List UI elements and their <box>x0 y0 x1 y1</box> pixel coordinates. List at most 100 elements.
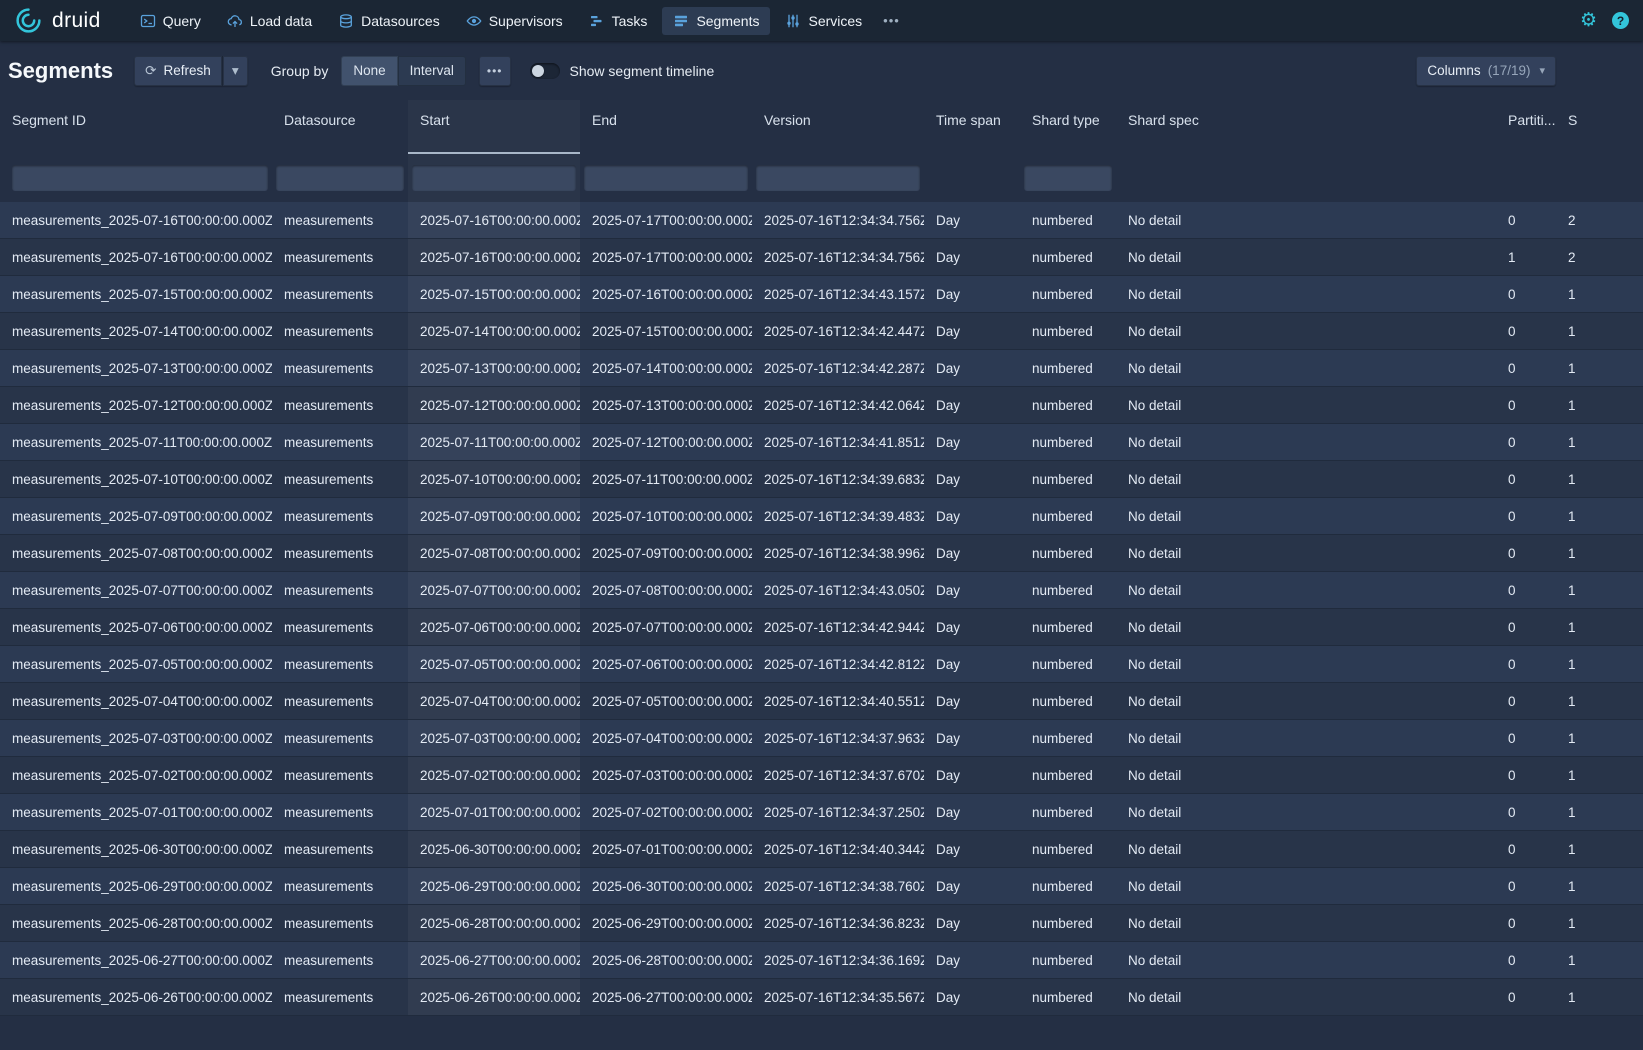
cloud-upload-icon <box>227 13 243 29</box>
cell-size: 1 <box>1556 276 1643 312</box>
cell-version: 2025-07-16T12:34:38.996Z <box>752 535 924 571</box>
table-row: measurements_2025-07-15T00:00:00.000Z...… <box>0 276 1643 313</box>
cell-time-span: Day <box>924 868 1020 904</box>
filter-cell-segment-id <box>0 154 272 202</box>
cell-datasource: measurements <box>272 720 408 756</box>
column-header-time-span[interactable]: Time span <box>924 100 1020 154</box>
filter-cell-end <box>580 154 752 202</box>
cell-shard-type: numbered <box>1020 202 1116 238</box>
cell-time-span: Day <box>924 609 1020 645</box>
cell-segment-id: measurements_2025-07-09T00:00:00.000Z... <box>0 498 272 534</box>
cell-size: 1 <box>1556 757 1643 793</box>
nav-item-label: Supervisors <box>489 13 563 29</box>
cell-end: 2025-07-14T00:00:00.000Z <box>580 350 752 386</box>
nav-item-segments[interactable]: Segments <box>662 7 770 35</box>
cell-start: 2025-07-12T00:00:00.000Z <box>408 387 580 423</box>
cell-end: 2025-07-08T00:00:00.000Z <box>580 572 752 608</box>
nav-overflow-button[interactable]: ••• <box>873 7 910 34</box>
brand[interactable]: druid <box>14 6 101 35</box>
column-header-segment-id[interactable]: Segment ID <box>0 100 272 154</box>
cell-end: 2025-07-12T00:00:00.000Z <box>580 424 752 460</box>
cell-partition: 0 <box>1496 979 1556 1015</box>
cell-shard-spec: No detail <box>1116 868 1496 904</box>
cell-partition: 0 <box>1496 387 1556 423</box>
cell-shard-type: numbered <box>1020 831 1116 867</box>
cell-datasource: measurements <box>272 276 408 312</box>
services-icon <box>785 13 801 29</box>
settings-gear-icon[interactable]: ⚙ <box>1580 11 1597 30</box>
cell-version: 2025-07-16T12:34:39.483Z <box>752 498 924 534</box>
column-header-end[interactable]: End <box>580 100 752 154</box>
cell-start: 2025-07-13T00:00:00.000Z <box>408 350 580 386</box>
filter-input-start[interactable] <box>412 165 576 191</box>
cell-version: 2025-07-16T12:34:35.567Z <box>752 979 924 1015</box>
cell-size: 1 <box>1556 979 1643 1015</box>
cell-shard-spec: No detail <box>1116 313 1496 349</box>
cell-size: 1 <box>1556 313 1643 349</box>
column-header-start[interactable]: Start <box>408 100 580 154</box>
nav-item-label: Load data <box>250 13 312 29</box>
column-header-version[interactable]: Version <box>752 100 924 154</box>
filter-input-version[interactable] <box>756 165 920 191</box>
cell-shard-type: numbered <box>1020 461 1116 497</box>
filter-input-end[interactable] <box>584 165 748 191</box>
cell-end: 2025-07-10T00:00:00.000Z <box>580 498 752 534</box>
cell-datasource: measurements <box>272 202 408 238</box>
column-header-datasource[interactable]: Datasource <box>272 100 408 154</box>
cell-shard-spec: No detail <box>1116 498 1496 534</box>
group-by-none-button[interactable]: None <box>341 56 397 86</box>
table-row: measurements_2025-07-05T00:00:00.000Z...… <box>0 646 1643 683</box>
cell-end: 2025-07-11T00:00:00.000Z <box>580 461 752 497</box>
filter-cell-shard-spec <box>1116 154 1496 202</box>
cell-datasource: measurements <box>272 646 408 682</box>
help-icon[interactable]: ? <box>1612 12 1629 29</box>
table-body: measurements_2025-07-16T00:00:00.000Z...… <box>0 202 1643 1016</box>
filter-input-shard-type[interactable] <box>1024 165 1112 191</box>
nav-item-datasources[interactable]: Datasources <box>327 7 451 35</box>
cell-version: 2025-07-16T12:34:37.670Z <box>752 757 924 793</box>
refresh-label: Refresh <box>163 63 210 78</box>
column-header-partiti[interactable]: Partiti... <box>1496 100 1556 154</box>
column-header-s[interactable]: S <box>1556 100 1643 154</box>
nav-item-supervisors[interactable]: Supervisors <box>455 7 574 35</box>
chevron-down-icon: ▾ <box>232 63 239 79</box>
filter-cell-partiti <box>1496 154 1556 202</box>
segment-timeline-toggle[interactable] <box>530 63 560 79</box>
cell-version: 2025-07-16T12:34:36.823Z <box>752 905 924 941</box>
cell-segment-id: measurements_2025-06-26T00:00:00.000Z... <box>0 979 272 1015</box>
refresh-interval-caret-button[interactable]: ▾ <box>222 56 248 86</box>
cell-start: 2025-07-03T00:00:00.000Z <box>408 720 580 756</box>
cell-shard-spec: No detail <box>1116 350 1496 386</box>
nav-item-tasks[interactable]: Tasks <box>578 7 659 35</box>
nav-item-query[interactable]: Query <box>129 7 212 35</box>
cell-segment-id: measurements_2025-06-30T00:00:00.000Z... <box>0 831 272 867</box>
cell-segment-id: measurements_2025-07-02T00:00:00.000Z... <box>0 757 272 793</box>
table-row: measurements_2025-06-28T00:00:00.000Z...… <box>0 905 1643 942</box>
cell-shard-spec: No detail <box>1116 572 1496 608</box>
cell-shard-type: numbered <box>1020 535 1116 571</box>
cell-partition: 0 <box>1496 572 1556 608</box>
nav-item-services[interactable]: Services <box>774 7 873 35</box>
cell-time-span: Day <box>924 498 1020 534</box>
cell-size: 1 <box>1556 942 1643 978</box>
cell-shard-type: numbered <box>1020 609 1116 645</box>
columns-picker-button[interactable]: Columns (17/19) ▾ <box>1416 56 1556 86</box>
nav-item-load-data[interactable]: Load data <box>216 7 323 35</box>
cell-size: 1 <box>1556 572 1643 608</box>
cell-partition: 0 <box>1496 461 1556 497</box>
table-row: measurements_2025-06-30T00:00:00.000Z...… <box>0 831 1643 868</box>
cell-version: 2025-07-16T12:34:37.250Z <box>752 794 924 830</box>
cell-segment-id: measurements_2025-06-28T00:00:00.000Z... <box>0 905 272 941</box>
more-options-button[interactable]: ••• <box>479 56 511 86</box>
column-header-shard-type[interactable]: Shard type <box>1020 100 1116 154</box>
table-row: measurements_2025-07-04T00:00:00.000Z...… <box>0 683 1643 720</box>
table-row: measurements_2025-07-10T00:00:00.000Z...… <box>0 461 1643 498</box>
cell-start: 2025-07-06T00:00:00.000Z <box>408 609 580 645</box>
column-header-shard-spec[interactable]: Shard spec <box>1116 100 1496 154</box>
filter-input-segment-id[interactable] <box>12 165 268 191</box>
cell-datasource: measurements <box>272 461 408 497</box>
refresh-button[interactable]: ⟳ Refresh <box>134 56 222 86</box>
group-by-interval-button[interactable]: Interval <box>398 56 466 86</box>
filter-input-datasource[interactable] <box>276 165 404 191</box>
cell-start: 2025-07-11T00:00:00.000Z <box>408 424 580 460</box>
